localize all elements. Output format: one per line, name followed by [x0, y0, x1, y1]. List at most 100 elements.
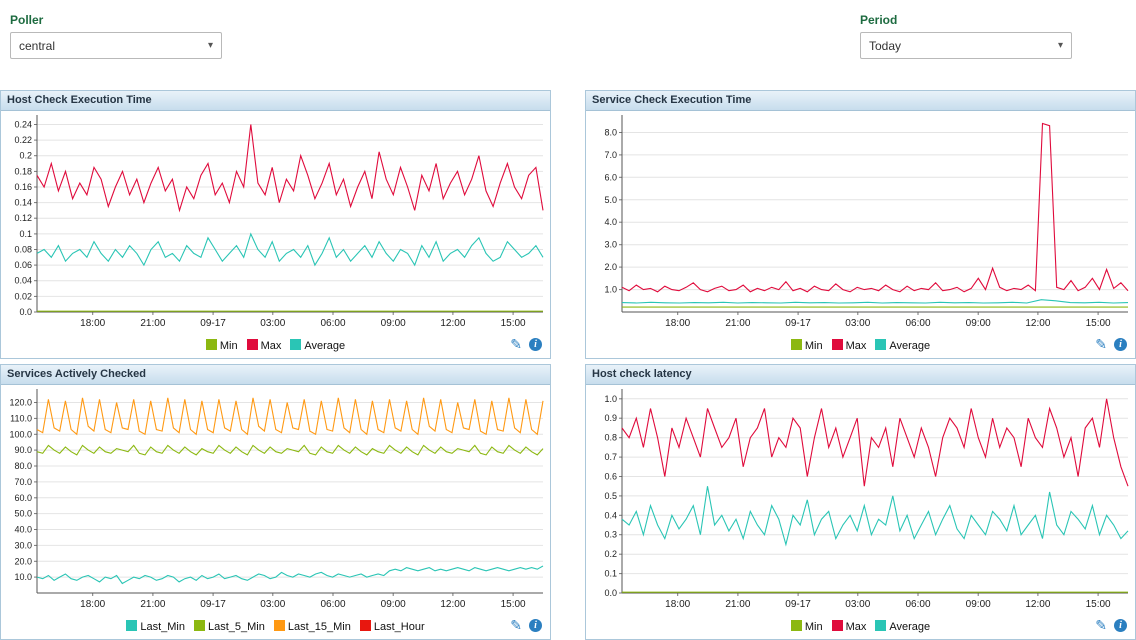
- legend-item-last_15_min: Last_15_Min: [274, 620, 351, 633]
- svg-text:0.24: 0.24: [14, 120, 32, 130]
- panel-footer: MinMaxAverage ✎ i: [1, 333, 550, 358]
- chevron-down-icon: ▾: [208, 40, 213, 51]
- info-icon[interactable]: i: [529, 619, 542, 632]
- svg-text:0.5: 0.5: [604, 491, 617, 501]
- line-chart: 0.00.10.20.30.40.50.60.70.80.91.018:0021…: [586, 385, 1135, 614]
- legend-item-max: Max: [832, 620, 867, 633]
- svg-text:18:00: 18:00: [80, 318, 105, 329]
- legend-item-max: Max: [832, 339, 867, 352]
- panel-title: Host check latency: [586, 365, 1135, 385]
- legend-item-average: Average: [875, 620, 930, 633]
- edit-pencil-icon[interactable]: ✎: [510, 618, 522, 633]
- legend-swatch: [126, 620, 137, 631]
- svg-text:09-17: 09-17: [785, 318, 811, 329]
- svg-text:0.4: 0.4: [604, 510, 617, 520]
- panel-title: Host Check Execution Time: [1, 91, 550, 111]
- svg-text:0.08: 0.08: [14, 245, 32, 255]
- svg-text:0.12: 0.12: [14, 213, 32, 223]
- svg-text:12:00: 12:00: [440, 599, 465, 610]
- chart-panel-service-check-execution-time: Service Check Execution Time 1.02.03.04.…: [585, 90, 1136, 359]
- svg-text:1.0: 1.0: [604, 394, 617, 404]
- edit-pencil-icon[interactable]: ✎: [510, 337, 522, 352]
- svg-text:60.0: 60.0: [14, 493, 32, 503]
- panel-footer: MinMaxAverage ✎ i: [586, 333, 1135, 358]
- poller-label: Poller: [10, 13, 43, 27]
- legend-item-last_5_min: Last_5_Min: [194, 620, 265, 633]
- svg-text:0.16: 0.16: [14, 182, 32, 192]
- svg-text:06:00: 06:00: [905, 599, 930, 610]
- legend-swatch: [875, 339, 886, 350]
- svg-text:0.7: 0.7: [604, 452, 617, 462]
- svg-text:2.0: 2.0: [604, 262, 617, 272]
- info-icon[interactable]: i: [529, 338, 542, 351]
- line-chart: 1.02.03.04.05.06.07.08.018:0021:0009-170…: [586, 111, 1135, 333]
- svg-text:0.0: 0.0: [604, 588, 617, 598]
- svg-text:0.0: 0.0: [19, 307, 32, 317]
- svg-text:80.0: 80.0: [14, 461, 32, 471]
- svg-text:0.06: 0.06: [14, 260, 32, 270]
- chevron-down-icon: ▾: [1058, 40, 1063, 51]
- svg-text:0.2: 0.2: [19, 151, 32, 161]
- svg-text:12:00: 12:00: [1025, 318, 1050, 329]
- svg-text:0.22: 0.22: [14, 135, 32, 145]
- chart-panel-host-check-latency: Host check latency 0.00.10.20.30.40.50.6…: [585, 364, 1136, 640]
- info-icon[interactable]: i: [1114, 338, 1127, 351]
- svg-text:0.14: 0.14: [14, 198, 32, 208]
- svg-text:30.0: 30.0: [14, 540, 32, 550]
- svg-text:09-17: 09-17: [785, 599, 811, 610]
- svg-text:0.02: 0.02: [14, 291, 32, 301]
- period-select[interactable]: Today ▾: [860, 32, 1072, 59]
- svg-text:18:00: 18:00: [665, 318, 690, 329]
- svg-text:06:00: 06:00: [320, 318, 345, 329]
- legend-swatch: [875, 620, 886, 631]
- chart-area: 0.00.020.040.060.080.10.120.140.160.180.…: [1, 111, 550, 333]
- chart-legend: MinMaxAverage: [791, 620, 930, 633]
- svg-text:15:00: 15:00: [501, 318, 526, 329]
- poller-select[interactable]: central ▾: [10, 32, 222, 59]
- legend-swatch: [360, 620, 371, 631]
- panel-title: Service Check Execution Time: [586, 91, 1135, 111]
- legend-swatch: [290, 339, 301, 350]
- svg-text:50.0: 50.0: [14, 509, 32, 519]
- svg-text:0.1: 0.1: [19, 229, 32, 239]
- chart-panel-host-check-execution-time: Host Check Execution Time 0.0 0.02 0.04 0.0…: [0, 90, 551, 359]
- legend-swatch: [247, 339, 258, 350]
- svg-text:09:00: 09:00: [381, 599, 406, 610]
- svg-text:0.04: 0.04: [14, 276, 32, 286]
- svg-text:12:00: 12:00: [1025, 599, 1050, 610]
- svg-text:21:00: 21:00: [725, 599, 750, 610]
- info-icon[interactable]: i: [1114, 619, 1127, 632]
- line-chart: 10.020.030.040.050.060.070.080.090.0100.…: [1, 385, 550, 614]
- chart-legend: MinMaxAverage: [206, 339, 345, 352]
- svg-text:110.0: 110.0: [10, 413, 32, 423]
- legend-swatch: [832, 620, 843, 631]
- svg-text:120.0: 120.0: [9, 398, 32, 408]
- svg-text:15:00: 15:00: [1086, 318, 1111, 329]
- panel-footer: MinMaxAverage ✎ i: [586, 614, 1135, 639]
- svg-text:0.9: 0.9: [604, 413, 617, 423]
- svg-text:0.6: 0.6: [604, 472, 617, 482]
- svg-text:0.3: 0.3: [604, 530, 617, 540]
- svg-text:09:00: 09:00: [966, 318, 991, 329]
- edit-pencil-icon[interactable]: ✎: [1095, 337, 1107, 352]
- panel-title: Services Actively Checked: [1, 365, 550, 385]
- svg-text:18:00: 18:00: [80, 599, 105, 610]
- legend-item-average: Average: [875, 339, 930, 352]
- chart-panel-services-actively-checked: Services Actively Checked 10.020.030.040…: [0, 364, 551, 640]
- legend-item-last_min: Last_Min: [126, 620, 185, 633]
- svg-text:21:00: 21:00: [140, 318, 165, 329]
- chart-area: 10.020.030.040.050.060.070.080.090.0100.…: [1, 385, 550, 614]
- edit-pencil-icon[interactable]: ✎: [1095, 618, 1107, 633]
- svg-text:4.0: 4.0: [604, 217, 617, 227]
- legend-item-average: Average: [290, 339, 345, 352]
- legend-swatch: [194, 620, 205, 631]
- svg-text:06:00: 06:00: [320, 599, 345, 610]
- svg-text:0.8: 0.8: [604, 433, 617, 443]
- period-select-value: Today: [869, 39, 901, 53]
- svg-text:0.2: 0.2: [604, 549, 617, 559]
- svg-text:18:00: 18:00: [665, 599, 690, 610]
- svg-text:8.0: 8.0: [604, 128, 617, 138]
- legend-item-max: Max: [247, 339, 282, 352]
- line-chart: 0.00.020.040.060.080.10.120.140.160.180.…: [1, 111, 550, 333]
- svg-text:6.0: 6.0: [604, 172, 617, 182]
